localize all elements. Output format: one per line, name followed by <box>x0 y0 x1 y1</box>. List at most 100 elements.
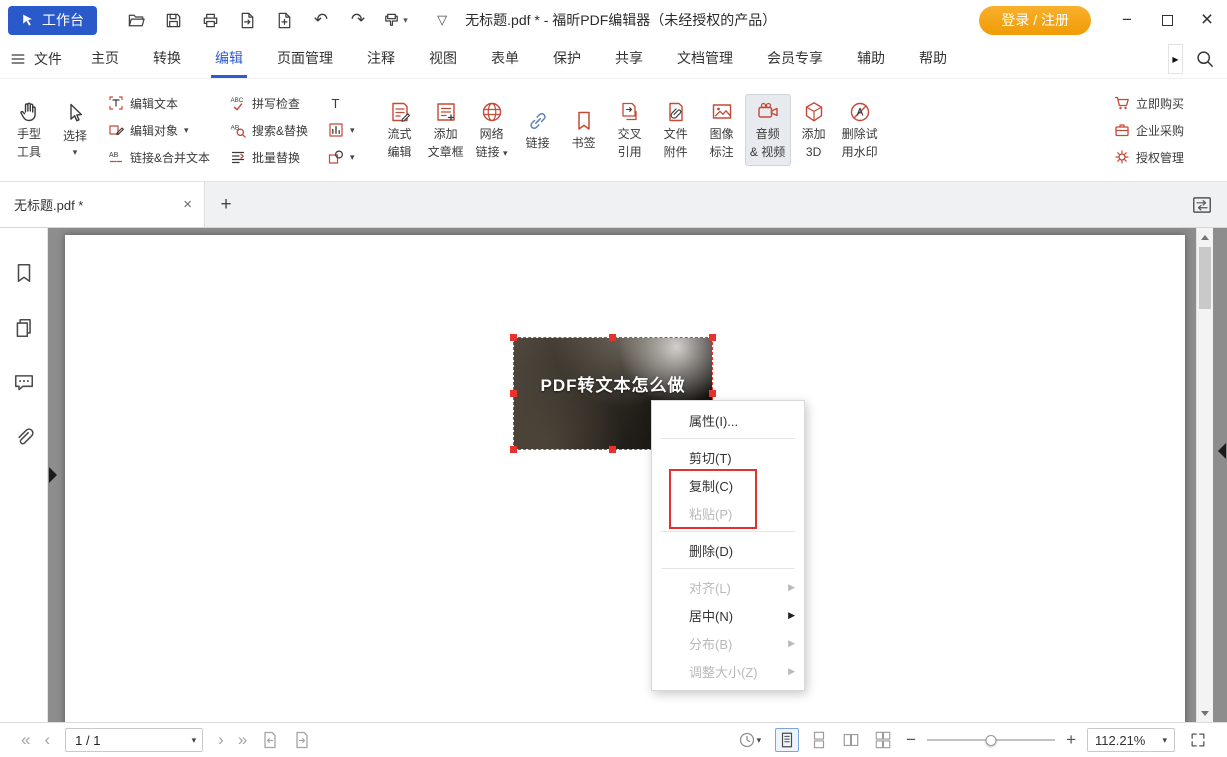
resize-handle-top-left[interactable] <box>510 334 517 341</box>
menu-item-cut[interactable]: 剪切(T) <box>652 443 804 471</box>
next-view-button[interactable] <box>286 730 318 750</box>
add-shape-button[interactable]: ▾ <box>325 145 358 169</box>
tab-help[interactable]: 帮助 <box>902 40 964 78</box>
resize-handle-middle-left[interactable] <box>510 390 517 397</box>
minimize-button[interactable]: − <box>1107 0 1147 40</box>
edit-text-button[interactable]: 编辑文本 <box>105 91 213 115</box>
menu-item-center[interactable]: 居中(N)▶ <box>652 601 804 629</box>
close-tab-icon[interactable]: × <box>183 196 192 213</box>
tab-home[interactable]: 主页 <box>74 40 136 78</box>
cross-reference-button[interactable]: 交叉 引用 <box>607 94 653 166</box>
link-merge-text-button[interactable]: AB 链接&合并文本 <box>105 145 213 169</box>
tab-share[interactable]: 共享 <box>598 40 660 78</box>
tab-accessibility[interactable]: 辅助 <box>840 40 902 78</box>
export-pdf-button[interactable] <box>232 6 262 34</box>
scroll-down-button[interactable] <box>1197 705 1213 721</box>
zoom-out-button[interactable]: − <box>903 730 919 750</box>
zoom-in-button[interactable]: + <box>1063 730 1079 750</box>
toggle-panel-button[interactable] <box>1191 182 1213 228</box>
document-tab[interactable]: 无标题.pdf * × <box>0 182 205 227</box>
right-panel-expand-handle[interactable] <box>1218 443 1226 459</box>
tab-form[interactable]: 表单 <box>474 40 536 78</box>
edit-object-button[interactable]: 编辑对象 ▾ <box>105 118 213 142</box>
save-button[interactable] <box>158 6 188 34</box>
search-replace-button[interactable]: AB 搜索&替换 <box>227 118 311 142</box>
add-article-box-button[interactable]: 添加 文章框 <box>423 94 469 166</box>
web-links-button[interactable]: 网络 链接 ▾ <box>469 94 515 166</box>
collapse-ribbon-button[interactable]: ▽ <box>437 12 447 28</box>
login-register-button[interactable]: 登录 / 注册 <box>979 6 1091 35</box>
resize-handle-top-right[interactable] <box>709 334 716 341</box>
tab-convert[interactable]: 转换 <box>136 40 198 78</box>
image-annotation-button[interactable]: 图像 标注 <box>699 94 745 166</box>
add-text-button[interactable]: T <box>325 91 358 115</box>
hand-tool-button[interactable]: 手型 工具 <box>6 94 52 166</box>
close-window-button[interactable]: × <box>1187 0 1227 40</box>
resize-handle-top-middle[interactable] <box>609 334 616 341</box>
format-painter-button[interactable]: ▾ <box>380 6 410 34</box>
pdf-page[interactable]: PDF转文本怎么做 <box>65 235 1185 722</box>
spell-check-button[interactable]: ABC 拼写检查 <box>227 91 311 115</box>
comments-panel-icon[interactable] <box>13 372 35 394</box>
redo-button[interactable]: ↷ <box>343 6 373 34</box>
link-button[interactable]: 链接 <box>515 103 561 157</box>
scroll-up-button[interactable] <box>1197 229 1213 245</box>
left-panel-expand-handle[interactable] <box>49 467 57 483</box>
tab-page-management[interactable]: 页面管理 <box>260 40 350 78</box>
resize-handle-bottom-left[interactable] <box>510 446 517 453</box>
resize-handle-bottom-middle[interactable] <box>609 446 616 453</box>
select-tool-button[interactable]: 选择 ▾ <box>52 96 98 164</box>
document-canvas[interactable]: PDF转文本怎么做 属性(I)... 剪切(T) 复制(C) 粘贴(P) 删除(… <box>48 228 1227 722</box>
search-button[interactable] <box>1195 49 1215 69</box>
previous-view-button[interactable] <box>254 730 286 750</box>
fullscreen-button[interactable] <box>1183 731 1213 749</box>
add-chart-button[interactable]: ▾ <box>325 118 358 142</box>
tab-edit[interactable]: 编辑 <box>198 40 260 78</box>
remove-trial-watermark-button[interactable]: 删除试 用水印 <box>837 94 883 166</box>
menu-item-properties[interactable]: 属性(I)... <box>652 406 804 434</box>
flow-edit-button[interactable]: 流式 编辑 <box>377 94 423 166</box>
scrollbar-thumb[interactable] <box>1199 247 1211 309</box>
facing-view-button[interactable] <box>839 728 863 752</box>
zoom-level-select[interactable]: 112.21% ▾ <box>1087 728 1175 752</box>
more-tabs-button[interactable]: ▶ <box>1168 44 1183 74</box>
file-menu[interactable]: 文件 <box>10 49 62 69</box>
single-page-view-button[interactable] <box>775 728 799 752</box>
vertical-scrollbar[interactable] <box>1196 228 1213 722</box>
attachments-panel-icon[interactable] <box>13 427 35 449</box>
last-page-button[interactable]: » <box>231 730 254 750</box>
batch-replace-button[interactable]: 批量替换 <box>227 145 311 169</box>
first-page-button[interactable]: « <box>14 730 37 750</box>
buy-now-button[interactable]: 立即购买 <box>1111 91 1187 115</box>
resize-handle-middle-right[interactable] <box>709 390 716 397</box>
menu-item-copy[interactable]: 复制(C) <box>652 471 804 499</box>
tab-document-management[interactable]: 文档管理 <box>660 40 750 78</box>
next-page-button[interactable]: › <box>211 730 231 750</box>
undo-button[interactable]: ↶ <box>306 6 336 34</box>
facing-continuous-view-button[interactable] <box>871 728 895 752</box>
tab-member-exclusive[interactable]: 会员专享 <box>750 40 840 78</box>
print-button[interactable] <box>195 6 225 34</box>
enterprise-purchase-button[interactable]: 企业采购 <box>1111 118 1187 142</box>
zoom-slider[interactable] <box>927 730 1055 750</box>
workspace-button[interactable]: 工作台 <box>8 6 97 35</box>
page-number-select[interactable]: 1 / 1 ▾ <box>65 728 203 752</box>
audio-video-button[interactable]: 音频 & 视频 <box>745 94 791 166</box>
file-attachment-button[interactable]: 文件 附件 <box>653 94 699 166</box>
pages-panel-icon[interactable] <box>13 317 35 339</box>
zoom-slider-knob[interactable] <box>986 735 997 746</box>
open-file-button[interactable] <box>121 6 151 34</box>
license-management-button[interactable]: 授权管理 <box>1111 145 1187 169</box>
auto-scroll-button[interactable]: ▾ <box>731 730 768 750</box>
previous-page-button[interactable]: ‹ <box>37 730 57 750</box>
tab-protect[interactable]: 保护 <box>536 40 598 78</box>
bookmark-button[interactable]: 书签 <box>561 103 607 157</box>
add-3d-button[interactable]: 添加 3D <box>791 94 837 166</box>
tab-comment[interactable]: 注释 <box>350 40 412 78</box>
bookmarks-panel-icon[interactable] <box>13 262 35 284</box>
new-tab-button[interactable]: + <box>205 182 247 227</box>
continuous-view-button[interactable] <box>807 728 831 752</box>
maximize-button[interactable] <box>1147 0 1187 40</box>
menu-item-delete[interactable]: 删除(D) <box>652 536 804 564</box>
tab-view[interactable]: 视图 <box>412 40 474 78</box>
